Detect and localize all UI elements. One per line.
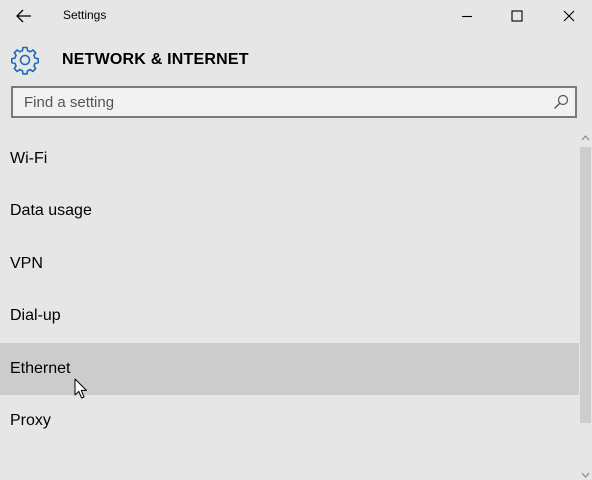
search-input[interactable]: [13, 88, 554, 116]
page-header: NETWORK & INTERNET: [0, 40, 592, 80]
list-item-dial-up[interactable]: Dial-up: [0, 290, 579, 342]
maximize-icon: [511, 10, 523, 22]
list-item-proxy[interactable]: Proxy: [0, 395, 579, 447]
search-box[interactable]: [11, 86, 577, 118]
maximize-button[interactable]: [494, 0, 540, 32]
back-button[interactable]: [8, 2, 40, 30]
list-item-label: Wi-Fi: [10, 150, 48, 167]
close-button[interactable]: [546, 0, 592, 32]
scroll-down-arrow-icon[interactable]: [581, 470, 590, 480]
window-title: Settings: [63, 8, 107, 22]
page-title: NETWORK & INTERNET: [62, 51, 249, 68]
list-item-label: Ethernet: [10, 360, 71, 377]
close-icon: [563, 10, 575, 22]
title-bar: Settings: [0, 0, 592, 32]
settings-window: Settings NETWORK & INTERNET Find a setti…: [0, 0, 592, 480]
list-item-label: Proxy: [10, 412, 51, 429]
list-item-data-usage[interactable]: Data usage: [0, 185, 579, 237]
minimize-button[interactable]: [444, 0, 490, 32]
list-item-label: Data usage: [10, 202, 92, 219]
minimize-icon: [462, 15, 472, 18]
search-icon[interactable]: [553, 94, 569, 110]
settings-list: Wi-Fi Data usage VPN Dial-up Ethernet Pr…: [0, 133, 579, 480]
scrollbar-thumb[interactable]: [580, 147, 591, 423]
scrollbar[interactable]: [579, 133, 592, 480]
list-item-label: Dial-up: [10, 307, 61, 324]
list-item-wifi[interactable]: Wi-Fi: [0, 133, 579, 185]
mouse-cursor-icon: [74, 378, 87, 399]
gear-icon: [11, 46, 39, 75]
list-item-vpn[interactable]: VPN: [0, 238, 579, 290]
back-arrow-icon: [16, 9, 31, 23]
scroll-up-arrow-icon[interactable]: [581, 133, 590, 143]
list-item-label: VPN: [10, 255, 43, 272]
